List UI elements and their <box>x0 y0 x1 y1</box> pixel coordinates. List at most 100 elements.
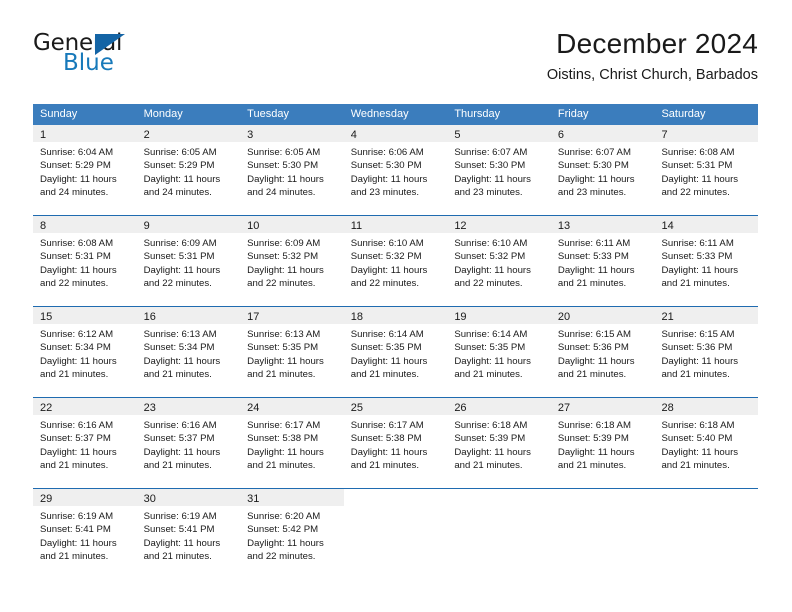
day-number-band: 6 <box>550 125 655 142</box>
calendar-day-cell[interactable]: 13 Sunrise: 6:11 AM Sunset: 5:33 PM Dayligh… <box>550 216 655 306</box>
sunset-text: Sunset: 5:33 PM <box>661 251 733 263</box>
sunrise-text: Sunrise: 6:08 AM <box>661 147 735 158</box>
title-block: December 2024 Oistins, Christ Church, Ba… <box>547 28 758 85</box>
day-number: 16 <box>143 311 156 323</box>
page-subtitle: Oistins, Christ Church, Barbados <box>546 67 758 84</box>
day-details: Sunrise: 6:06 AM Sunset: 5:30 PM Daylight:… <box>344 142 448 199</box>
calendar-empty-cell <box>654 489 759 579</box>
calendar-day-cell[interactable]: 10 Sunrise: 6:09 AM Sunset: 5:32 PM Dayligh… <box>240 216 344 306</box>
sunset-text: Sunset: 5:29 PM <box>143 160 215 172</box>
weekday-header-tuesday: Tuesday <box>247 108 289 120</box>
sunset-text: Sunset: 5:34 PM <box>40 342 111 354</box>
day-number: 26 <box>454 402 467 414</box>
calendar-day-cell[interactable]: 30 Sunrise: 6:19 AM Sunset: 5:41 PM Dayligh… <box>136 489 241 579</box>
sunset-text: Sunset: 5:41 PM <box>143 524 215 536</box>
calendar-day-cell[interactable]: 19 Sunrise: 6:14 AM Sunset: 5:35 PM Dayligh… <box>447 307 551 397</box>
weekday-header-monday: Monday <box>143 108 183 120</box>
calendar-day-cell[interactable]: 26 Sunrise: 6:18 AM Sunset: 5:39 PM Dayligh… <box>447 398 551 488</box>
calendar-day-cell[interactable]: 20 Sunrise: 6:15 AM Sunset: 5:36 PM Dayligh… <box>550 307 655 397</box>
day-number-band: 19 <box>447 307 551 324</box>
day-details: Sunrise: 6:14 AM Sunset: 5:35 PM Daylight:… <box>447 324 551 381</box>
sunrise-text: Sunrise: 6:15 AM <box>661 329 735 340</box>
daylight-text: Daylight: 11 hours and 21 minutes. <box>350 446 428 471</box>
sunset-text: Sunset: 5:40 PM <box>661 433 733 445</box>
calendar-day-cell[interactable]: 14 Sunrise: 6:11 AM Sunset: 5:33 PM Dayligh… <box>654 216 759 306</box>
page-title: December 2024 <box>556 28 758 59</box>
day-details: Sunrise: 6:18 AM Sunset: 5:40 PM Daylight:… <box>654 415 758 472</box>
day-number: 27 <box>557 402 571 414</box>
calendar-day-cell[interactable]: 15 Sunrise: 6:12 AM Sunset: 5:34 PM Dayligh… <box>33 307 137 397</box>
day-number: 7 <box>661 129 668 141</box>
day-number: 5 <box>454 129 461 141</box>
general-blue-logo[interactable]: General Blue <box>33 32 213 84</box>
daylight-text: Daylight: 11 hours and 21 minutes. <box>661 355 739 380</box>
sunrise-text: Sunrise: 6:04 AM <box>40 147 114 158</box>
sunrise-text: Sunrise: 6:10 AM <box>454 238 528 249</box>
day-details: Sunrise: 6:07 AM Sunset: 5:30 PM Daylight:… <box>447 142 551 199</box>
day-number-band: 15 <box>33 307 137 324</box>
day-details <box>344 506 448 510</box>
sunset-text: Sunset: 5:37 PM <box>143 433 215 445</box>
calendar-day-cell[interactable]: 28 Sunrise: 6:18 AM Sunset: 5:40 PM Dayligh… <box>654 398 759 488</box>
sunset-text: Sunset: 5:39 PM <box>454 433 526 445</box>
calendar-day-cell[interactable]: 16 Sunrise: 6:13 AM Sunset: 5:34 PM Dayligh… <box>136 307 241 397</box>
calendar-day-cell[interactable]: 22 Sunrise: 6:16 AM Sunset: 5:37 PM Dayligh… <box>33 398 137 488</box>
calendar-day-cell[interactable]: 18 Sunrise: 6:14 AM Sunset: 5:35 PM Dayligh… <box>343 307 448 397</box>
calendar-day-cell[interactable]: 23 Sunrise: 6:16 AM Sunset: 5:37 PM Dayligh… <box>136 398 241 488</box>
sunset-text: Sunset: 5:35 PM <box>454 342 526 354</box>
calendar-day-cell[interactable]: 11 Sunrise: 6:10 AM Sunset: 5:32 PM Dayligh… <box>343 216 448 306</box>
calendar-day-cell[interactable]: 7 Sunrise: 6:08 AM Sunset: 5:31 PM Daylight… <box>654 125 759 215</box>
sunset-text: Sunset: 5:34 PM <box>143 342 215 354</box>
day-details: Sunrise: 6:09 AM Sunset: 5:32 PM Daylight:… <box>240 233 344 290</box>
day-number-band: 1 <box>33 125 137 142</box>
sunset-text: Sunset: 5:29 PM <box>40 160 111 172</box>
sunrise-text: Sunrise: 6:17 AM <box>350 420 424 431</box>
calendar-day-cell[interactable]: 9 Sunrise: 6:09 AM Sunset: 5:31 PM Daylight… <box>136 216 241 306</box>
day-details: Sunrise: 6:05 AM Sunset: 5:30 PM Daylight:… <box>240 142 344 199</box>
day-number: 23 <box>143 402 156 414</box>
day-number-band: 23 <box>136 398 241 415</box>
daylight-text: Daylight: 11 hours and 24 minutes. <box>247 173 324 198</box>
weekday-header-sunday: Sunday <box>40 108 78 120</box>
sunset-text: Sunset: 5:32 PM <box>454 251 526 263</box>
day-number-band: 2 <box>136 125 241 142</box>
day-number-band: 18 <box>343 307 448 324</box>
day-number-band: 24 <box>240 398 344 415</box>
sunset-text: Sunset: 5:38 PM <box>247 433 319 445</box>
calendar-day-cell[interactable]: 24 Sunrise: 6:17 AM Sunset: 5:38 PM Dayligh… <box>240 398 344 488</box>
day-number: 21 <box>661 311 674 323</box>
sunset-text: Sunset: 5:35 PM <box>350 342 422 354</box>
calendar-day-cell[interactable]: 17 Sunrise: 6:13 AM Sunset: 5:35 PM Dayligh… <box>240 307 344 397</box>
daylight-text: Daylight: 11 hours and 22 minutes. <box>247 264 324 289</box>
daylight-text: Daylight: 11 hours and 22 minutes. <box>247 537 324 562</box>
sunrise-text: Sunrise: 6:13 AM <box>143 329 217 340</box>
day-number: 14 <box>661 220 674 232</box>
sunrise-text: Sunrise: 6:16 AM <box>40 420 114 431</box>
sunset-text: Sunset: 5:42 PM <box>247 524 319 536</box>
calendar-day-cell[interactable]: 6 Sunrise: 6:07 AM Sunset: 5:30 PM Daylight… <box>550 125 655 215</box>
calendar-day-cell[interactable]: 4 Sunrise: 6:06 AM Sunset: 5:30 PM Daylight… <box>343 125 448 215</box>
day-details: Sunrise: 6:15 AM Sunset: 5:36 PM Daylight:… <box>551 324 655 381</box>
calendar-day-cell[interactable]: 25 Sunrise: 6:17 AM Sunset: 5:38 PM Dayligh… <box>343 398 448 488</box>
daylight-text: Daylight: 11 hours and 21 minutes. <box>40 537 117 562</box>
daylight-text: Daylight: 11 hours and 21 minutes. <box>143 537 221 562</box>
sunset-text: Sunset: 5:35 PM <box>247 342 319 354</box>
day-number-band: 28 <box>654 398 759 415</box>
day-number: 11 <box>350 220 363 232</box>
calendar-day-cell[interactable]: 1 Sunrise: 6:04 AM Sunset: 5:29 PM Daylight… <box>33 125 137 215</box>
calendar-day-cell[interactable]: 31 Sunrise: 6:20 AM Sunset: 5:42 PM Dayligh… <box>240 489 344 579</box>
day-number-band <box>344 489 448 506</box>
day-number-band <box>447 489 551 506</box>
day-details: Sunrise: 6:11 AM Sunset: 5:33 PM Daylight:… <box>654 233 758 290</box>
calendar-day-cell[interactable]: 3 Sunrise: 6:05 AM Sunset: 5:30 PM Daylight… <box>240 125 344 215</box>
calendar-day-cell[interactable]: 27 Sunrise: 6:18 AM Sunset: 5:39 PM Dayligh… <box>550 398 655 488</box>
calendar-day-cell[interactable]: 2 Sunrise: 6:05 AM Sunset: 5:29 PM Daylight… <box>136 125 241 215</box>
sunset-text: Sunset: 5:30 PM <box>557 160 629 172</box>
calendar-empty-cell <box>447 489 551 579</box>
calendar-day-cell[interactable]: 29 Sunrise: 6:19 AM Sunset: 5:41 PM Dayligh… <box>33 489 137 579</box>
calendar-week-row: 8 Sunrise: 6:08 AM Sunset: 5:31 PM Daylight… <box>33 215 759 306</box>
calendar-day-cell[interactable]: 12 Sunrise: 6:10 AM Sunset: 5:32 PM Dayligh… <box>447 216 551 306</box>
calendar-day-cell[interactable]: 21 Sunrise: 6:15 AM Sunset: 5:36 PM Dayligh… <box>654 307 759 397</box>
calendar-day-cell[interactable]: 8 Sunrise: 6:08 AM Sunset: 5:31 PM Daylight… <box>33 216 137 306</box>
calendar-day-cell[interactable]: 5 Sunrise: 6:07 AM Sunset: 5:30 PM Daylight… <box>447 125 551 215</box>
